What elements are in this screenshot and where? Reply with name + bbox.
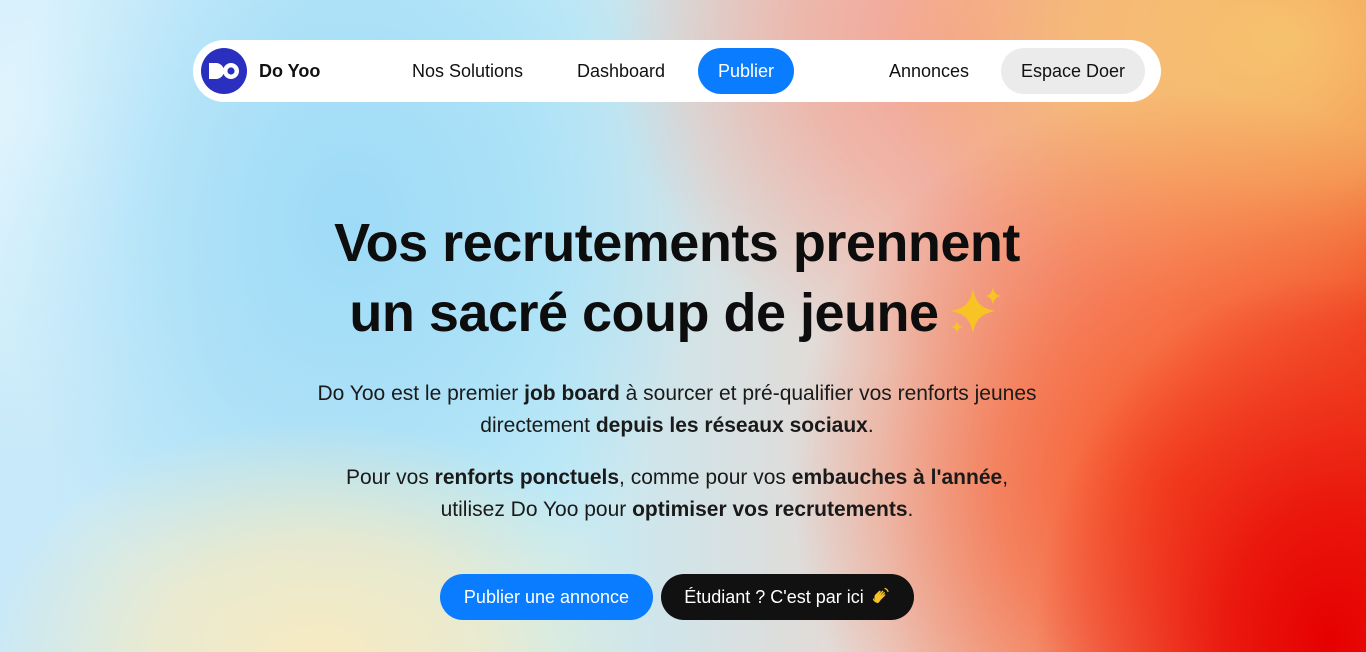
text-bold: renforts ponctuels bbox=[434, 466, 620, 489]
text-bold: job board bbox=[524, 382, 620, 405]
waving-hand-icon bbox=[871, 577, 891, 604]
text: Do Yoo est le premier bbox=[317, 382, 525, 405]
sparkles-icon bbox=[945, 284, 1005, 336]
hero-description-2: Pour vos renforts ponctuels, comme pour … bbox=[0, 462, 1354, 526]
text: . bbox=[907, 498, 914, 521]
text-bold: embauches à l'année bbox=[791, 466, 1003, 489]
nav-item-espace-doer[interactable]: Espace Doer bbox=[1001, 48, 1146, 94]
top-navbar: Do Yoo Nos Solutions Dashboard Publier A… bbox=[193, 40, 1161, 102]
student-entry-button[interactable]: Étudiant ? C'est par ici bbox=[661, 574, 914, 620]
text: , comme pour vos bbox=[619, 466, 792, 489]
student-entry-label: Étudiant ? C'est par ici bbox=[684, 587, 864, 607]
hero-title: Vos recrutements prennent un sacré coup … bbox=[0, 208, 1354, 348]
nav-item-annonces[interactable]: Annonces bbox=[869, 48, 989, 94]
hero-title-line2: un sacré coup de jeune bbox=[349, 283, 939, 343]
nav-item-dashboard[interactable]: Dashboard bbox=[557, 48, 685, 94]
nav-item-publier[interactable]: Publier bbox=[698, 48, 795, 94]
text: , bbox=[1002, 466, 1009, 489]
hero-title-line1: Vos recrutements prennent bbox=[334, 213, 1020, 273]
publish-listing-button[interactable]: Publier une annonce bbox=[440, 574, 653, 620]
nav-item-nos-solutions[interactable]: Nos Solutions bbox=[392, 48, 543, 94]
hero-description-1: Do Yoo est le premier job board à source… bbox=[0, 378, 1354, 442]
text-bold: depuis les réseaux sociaux bbox=[595, 414, 868, 437]
text: directement bbox=[480, 414, 596, 437]
doyoo-logo-icon[interactable] bbox=[201, 48, 247, 94]
text: Pour vos bbox=[345, 466, 435, 489]
text: . bbox=[867, 414, 874, 437]
text-bold: optimiser vos recrutements bbox=[632, 498, 908, 521]
text: utilisez Do Yoo pour bbox=[440, 498, 633, 521]
text: à sourcer et pré-qualifier vos renforts … bbox=[619, 382, 1037, 405]
brand-name[interactable]: Do Yoo bbox=[259, 61, 320, 82]
